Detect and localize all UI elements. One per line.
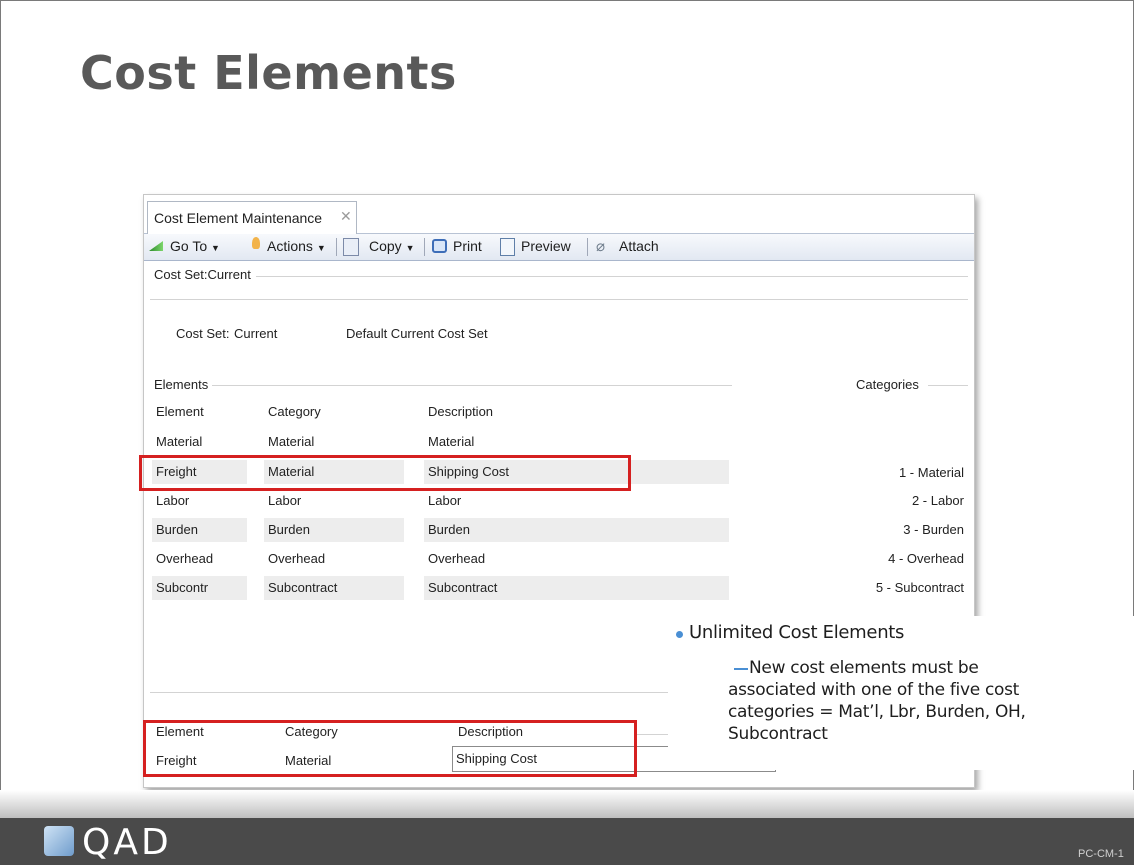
table-cell-element[interactable]: Material	[152, 430, 247, 454]
tab-label: Cost Element Maintenance	[154, 210, 323, 226]
category-item: 5 - Subcontract	[875, 580, 964, 595]
footer-gradient	[0, 790, 1134, 818]
group-divider	[212, 385, 732, 386]
toolbar-separator	[424, 238, 425, 256]
chevron-down-icon: ▼	[316, 243, 326, 253]
actions-button[interactable]: Actions ▼	[267, 238, 326, 254]
callout-bullet: Unlimited Cost Elements	[689, 622, 905, 643]
column-header-description: Description	[428, 404, 494, 419]
table-cell-description[interactable]: Labor	[424, 489, 729, 513]
table-cell-element[interactable]: Overhead	[152, 547, 247, 571]
printer-icon	[432, 239, 447, 253]
group-divider	[256, 276, 968, 277]
table-cell-description[interactable]: Subcontract	[424, 576, 729, 600]
freight-row-highlight	[139, 455, 631, 491]
category-item: 4 - Overhead	[888, 551, 964, 566]
paperclip-icon: ⌀	[596, 238, 606, 255]
bullet-icon	[676, 631, 683, 638]
qad-logo-icon	[44, 826, 74, 856]
toolbar-separator	[336, 238, 337, 256]
table-cell-description[interactable]: Burden	[424, 518, 729, 542]
table-cell-category[interactable]: Overhead	[264, 547, 404, 571]
group-divider	[928, 385, 968, 386]
go-to-button[interactable]: Go To ▼	[170, 238, 220, 254]
table-cell-description[interactable]: Overhead	[424, 547, 729, 571]
print-button[interactable]: Print	[453, 238, 482, 254]
categories-group-label: Categories	[856, 377, 919, 392]
table-cell-category[interactable]: Labor	[264, 489, 404, 513]
category-item: 1 - Material	[898, 465, 964, 480]
table-cell-category[interactable]: Material	[264, 430, 404, 454]
elements-group-label: Elements	[154, 377, 209, 392]
cost-set-label: Cost Set:	[176, 326, 230, 341]
go-to-icon	[149, 241, 163, 251]
toolbar-separator	[587, 238, 588, 256]
qad-logo-text: QAD	[82, 822, 172, 863]
slide-title: Cost Elements	[80, 46, 457, 100]
callout-sub-bullet: New cost elements must be associated wit…	[728, 658, 1026, 744]
tab-strip: Cost Element Maintenance ✕	[144, 195, 974, 234]
copy-icon	[343, 238, 359, 256]
category-item: 3 - Burden	[903, 522, 964, 537]
column-header-element: Element	[156, 404, 204, 419]
lightbulb-icon	[252, 237, 260, 249]
toolbar: Go To ▼ Actions ▼ Copy ▼ Print Preview ⌀…	[144, 234, 974, 261]
chevron-down-icon: ▼	[405, 243, 415, 253]
table-cell-category[interactable]: Burden	[264, 518, 404, 542]
preview-button[interactable]: Preview	[521, 238, 571, 254]
table-cell-element[interactable]: Burden	[152, 518, 247, 542]
cost-set-value: Current	[234, 326, 278, 341]
table-cell-element[interactable]: Labor	[152, 489, 247, 513]
preview-icon	[500, 238, 515, 256]
table-cell-category[interactable]: Subcontract	[264, 576, 404, 600]
chevron-down-icon: ▼	[211, 243, 220, 253]
close-icon[interactable]: ✕	[340, 208, 352, 225]
group-divider	[150, 299, 968, 300]
copy-button[interactable]: Copy ▼	[369, 238, 415, 254]
table-cell-element[interactable]: Subcontr	[152, 576, 247, 600]
detail-highlight	[143, 720, 637, 777]
category-item: 2 - Labor	[911, 493, 964, 508]
column-header-category: Category	[268, 404, 321, 419]
tab-cost-element-maintenance[interactable]: Cost Element Maintenance ✕	[147, 201, 357, 234]
slide-code: PC-CM-1	[1078, 848, 1124, 860]
attach-button[interactable]: Attach	[619, 238, 659, 254]
table-cell-description[interactable]: Material	[424, 430, 729, 454]
cost-set-group-label: Cost Set:Current	[154, 267, 251, 282]
cost-set-description: Default Current Cost Set	[346, 326, 488, 341]
